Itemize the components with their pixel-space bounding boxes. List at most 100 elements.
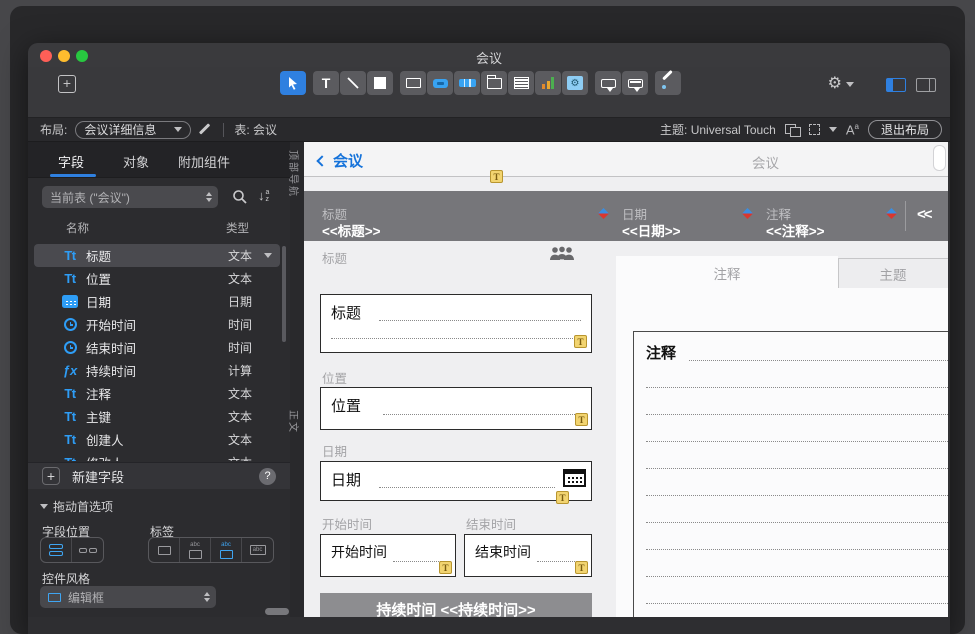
selection-style-icon[interactable] — [809, 124, 820, 135]
edit-layout-icon[interactable] — [199, 123, 213, 137]
field-tool[interactable] — [400, 71, 426, 95]
select-tool[interactable] — [280, 71, 306, 95]
chart-tool[interactable] — [535, 71, 561, 95]
tab-notes[interactable]: 注释 — [616, 256, 838, 289]
layout-selector[interactable]: 会议详细信息 — [75, 121, 191, 139]
field-row[interactable]: 日期 日期 — [34, 290, 280, 313]
text-format-icon[interactable]: Aa — [846, 122, 859, 137]
layout-label: 布局: — [40, 121, 67, 138]
field-row[interactable]: Tt 标题 文本 — [34, 244, 280, 267]
location-field[interactable]: 位置 T — [320, 387, 592, 430]
body-part: 标题 标题 T 位置 位置 — [304, 241, 948, 617]
field-row[interactable]: Tt 注释 文本 — [34, 382, 280, 405]
field-row[interactable]: Tt 创建人 文本 — [34, 428, 280, 451]
toggle-left-panel-button[interactable] — [886, 78, 906, 92]
window-title: 会议 — [28, 48, 950, 67]
date-field-icon — [58, 295, 82, 308]
exit-layout-button[interactable]: 退出布局 — [868, 120, 942, 139]
portal-tool[interactable] — [508, 71, 534, 95]
title-field[interactable]: 标题 T — [320, 294, 592, 353]
part-label-top-navigation[interactable]: 顶部导航 — [287, 150, 302, 198]
new-field-row[interactable]: + 新建字段 ? — [28, 462, 290, 489]
text-badge-icon: T — [574, 335, 587, 348]
field-row[interactable]: 结束时间 时间 — [34, 336, 280, 359]
filemaker-window: 会议 + T — [28, 43, 950, 634]
text-field-icon: Tt — [58, 455, 82, 461]
popover-panel-tool[interactable] — [622, 71, 648, 95]
field-row[interactable]: Tt 修改人 文本 — [34, 451, 280, 461]
tab-control-tool[interactable] — [481, 71, 507, 95]
fields-sidebar: 字段 对象 附加组件 当前表 ("会议") ↓ az 名称 类型 — [28, 142, 290, 617]
field-row[interactable]: Tt 主键 文本 — [34, 405, 280, 428]
date-field-label: 日期 — [322, 441, 347, 460]
text-badge-icon: T — [439, 561, 452, 574]
attendees-icon[interactable] — [548, 246, 576, 261]
sidebar-horizontal-scrollbar[interactable] — [265, 608, 289, 615]
shape-tool[interactable] — [367, 71, 393, 95]
sort-badge-icon[interactable] — [598, 208, 609, 219]
chevron-down-icon — [829, 127, 837, 132]
addon-tool[interactable]: ⚙ — [562, 71, 588, 95]
calendar-drop-icon[interactable] — [563, 469, 586, 487]
label-inside-option[interactable]: abc — [242, 538, 273, 562]
canvas-vertical-scrollbar[interactable] — [934, 146, 945, 170]
chevron-down-icon[interactable] — [264, 253, 272, 258]
top-navigation-part: 会议 会议 — [304, 142, 948, 177]
manage-menu[interactable]: ⚙ — [828, 76, 854, 92]
search-icon[interactable] — [232, 189, 248, 205]
time-field-icon — [58, 341, 82, 354]
control-style-selector[interactable]: 编辑框 — [40, 586, 216, 608]
tab-objects[interactable]: 对象 — [123, 152, 149, 171]
collapse-header-control[interactable]: << — [917, 206, 931, 223]
duration-merge-bar[interactable]: 持续时间 <<持续时间>> — [320, 593, 592, 617]
line-tool[interactable] — [340, 71, 366, 95]
text-tool[interactable]: T — [313, 71, 339, 95]
merge-field[interactable]: <<注释>> — [766, 220, 825, 240]
end-time-field[interactable]: 结束时间 T — [464, 534, 592, 577]
end-time-field-label: 结束时间 — [466, 514, 516, 533]
calculation-field-icon: ƒx — [58, 363, 82, 378]
side-by-side-option[interactable] — [72, 538, 103, 562]
text-badge-icon: T — [490, 170, 503, 183]
tab-topics[interactable]: 主题 — [838, 258, 948, 289]
back-link[interactable]: 会议 — [318, 150, 363, 171]
sort-icon[interactable]: ↓ az — [258, 188, 269, 203]
field-row[interactable]: Tt 位置 文本 — [34, 267, 280, 290]
layout-canvas: 会议 会议 T 标题 <<标题>> 日期 <<日期>> 注释 <<注释>> — [304, 142, 948, 617]
table-label: 表: 会议 — [234, 121, 277, 138]
merge-field[interactable]: <<标题>> — [322, 220, 381, 240]
help-icon[interactable]: ? — [259, 468, 276, 485]
sort-badge-icon[interactable] — [886, 208, 897, 219]
stacked-fields-option[interactable] — [41, 538, 72, 562]
part-label-body[interactable]: 正文 — [287, 410, 302, 434]
start-time-field[interactable]: 开始时间 T — [320, 534, 456, 577]
toggle-right-panel-button[interactable] — [916, 78, 936, 92]
start-time-field-label: 开始时间 — [322, 514, 372, 533]
button-bar-tool[interactable] — [454, 71, 480, 95]
label-left-option[interactable]: abc — [211, 538, 242, 562]
sort-badge-icon[interactable] — [742, 208, 753, 219]
label-above-option[interactable]: abc — [180, 538, 211, 562]
duplicate-layout-icon[interactable] — [785, 124, 800, 136]
popover-tool[interactable] — [595, 71, 621, 95]
back-chevron-icon — [316, 155, 327, 166]
button-tool[interactable] — [427, 71, 453, 95]
theme-label: 主题: Universal Touch — [660, 121, 776, 138]
no-label-option[interactable] — [149, 538, 180, 562]
field-list-scrollbar[interactable] — [282, 246, 286, 342]
merge-field[interactable]: <<日期>> — [622, 220, 681, 240]
text-badge-icon: T — [575, 413, 588, 426]
format-painter-tool[interactable] — [655, 71, 681, 95]
notes-field[interactable]: 注释 — [633, 331, 948, 617]
tab-fields[interactable]: 字段 — [58, 152, 84, 171]
new-layout-button[interactable]: + — [58, 75, 76, 93]
tab-addons[interactable]: 附加组件 — [178, 152, 230, 171]
field-row[interactable]: 开始时间 时间 — [34, 313, 280, 336]
date-field[interactable]: 日期 T — [320, 461, 592, 501]
current-table-selector[interactable]: 当前表 ("会议") — [42, 186, 218, 208]
plus-icon: + — [42, 467, 60, 485]
disclosure-triangle-icon — [40, 504, 48, 509]
drag-preferences-disclosure[interactable]: 拖动首选项 — [40, 498, 113, 515]
field-row[interactable]: ƒx 持续时间 计算 — [34, 359, 280, 382]
window-bottom-bar — [28, 617, 950, 634]
